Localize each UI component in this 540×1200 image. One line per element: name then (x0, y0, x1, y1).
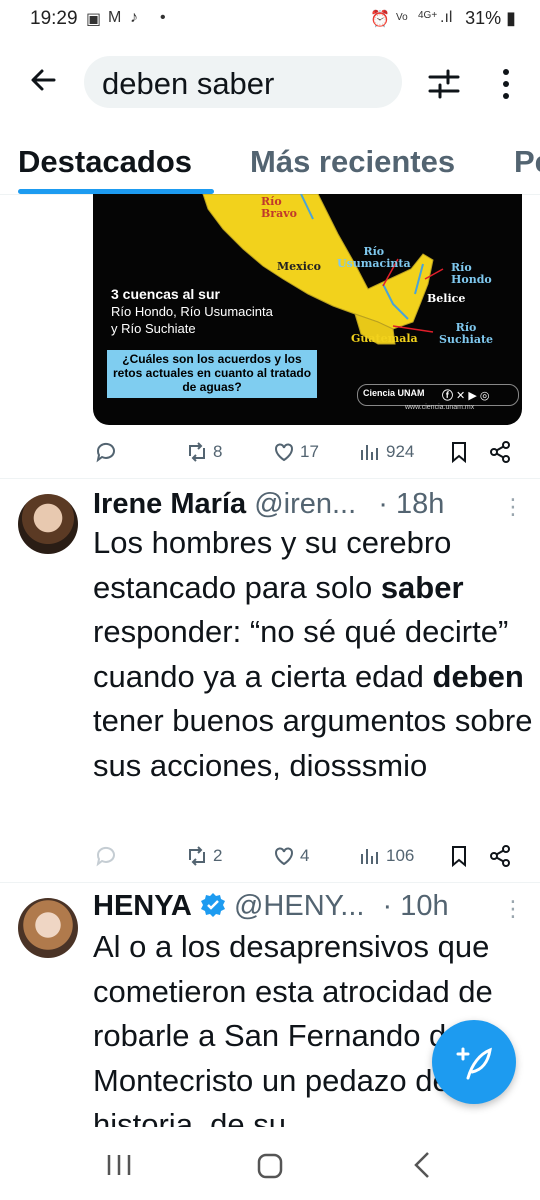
views-count: 924 (386, 442, 415, 461)
tweet-text-highlight: saber (380, 569, 464, 605)
reply-icon (96, 442, 115, 463)
tweet-more-button[interactable]: ⋮ (502, 896, 524, 922)
views-button[interactable]: 106 (358, 844, 414, 868)
like-count: 17 (300, 442, 319, 461)
verified-icon (200, 893, 225, 917)
compose-icon (456, 1047, 492, 1080)
share-button[interactable] (488, 844, 516, 868)
status-bar: 19:29 ▣ M ♪ • ⏰ Vo 4G+ .ıl 31% ▮ (0, 0, 540, 40)
card-caption-title: 3 cuencas al sur (111, 286, 220, 302)
share-button[interactable] (488, 440, 516, 464)
tweet-actions: 8 17 924 (0, 432, 540, 472)
tab-mas-recientes[interactable]: Más recientes (250, 144, 455, 180)
tweet-time[interactable]: · 10h (383, 890, 449, 922)
bookmark-button[interactable] (447, 440, 475, 464)
repost-icon (189, 442, 205, 462)
reply-icon (96, 846, 115, 867)
views-count: 106 (386, 846, 415, 865)
filter-icon (428, 69, 460, 99)
tweet-time[interactable]: · 18h (378, 488, 444, 520)
notification-dot-icon: • (160, 9, 166, 26)
repost-count: 2 (213, 846, 223, 865)
repost-button[interactable]: 8 (185, 440, 222, 464)
like-button[interactable]: 4 (272, 844, 309, 868)
card-question-box: ¿Cuáles son los acuerdos y los retos act… (107, 350, 317, 398)
avatar[interactable] (18, 898, 78, 958)
tiktok-icon: ♪ (130, 9, 138, 26)
filter-button[interactable] (424, 64, 464, 104)
tweet-media-image[interactable]: Río Bravo Mexico Río Usumacinta Río Hond… (93, 194, 522, 425)
like-icon (275, 847, 293, 866)
card-question: ¿Cuáles son los acuerdos y los retos act… (112, 352, 312, 394)
bookmark-icon (452, 442, 466, 464)
repost-count: 8 (213, 442, 223, 461)
bookmark-icon (452, 846, 466, 868)
search-header: deben saber (0, 40, 540, 126)
search-tabs: Destacados Más recientes Pe (0, 126, 540, 195)
label-rio-usumacinta: Río Usumacinta (337, 245, 411, 270)
tweet-header: Irene María @iren... · 18h (93, 488, 444, 521)
card-brand-bar: Ciencia UNAM ⓕ ✕ ▶ ◎ (357, 384, 519, 406)
views-icon (361, 445, 378, 460)
label-mexico: Mexico (277, 260, 321, 273)
network-type: 4G+ (418, 10, 438, 21)
label-rio-hondo: Río Hondo (451, 261, 492, 286)
author-name[interactable]: HENYA (93, 890, 192, 922)
label-rio-bravo: Río Bravo (261, 195, 297, 220)
tweet-text-highlight: deben (432, 658, 524, 694)
author-handle[interactable]: @HENY... (234, 890, 364, 922)
like-icon (275, 443, 293, 462)
views-button[interactable]: 924 (358, 440, 414, 464)
author-handle[interactable]: @iren... (254, 488, 356, 520)
repost-icon (189, 846, 205, 866)
recents-icon[interactable] (104, 1152, 134, 1178)
back-button[interactable] (24, 60, 64, 100)
share-icon (490, 845, 510, 867)
author-name[interactable]: Irene María (93, 488, 246, 520)
back-icon[interactable] (410, 1150, 434, 1180)
gallery-icon: ▣ (86, 11, 102, 28)
label-rio-suchiate: Río Suchiate (439, 321, 494, 346)
reply-button[interactable] (94, 440, 122, 464)
alarm-icon: ⏰ (370, 11, 390, 28)
gmail-icon: M (108, 9, 122, 26)
card-brand: Ciencia UNAM (363, 388, 425, 398)
label-belice: Belice (427, 292, 466, 305)
repost-button[interactable]: 2 (185, 844, 222, 868)
tweet-text[interactable]: Los hombres y su cerebro estancado para … (93, 521, 533, 788)
like-button[interactable]: 17 (272, 440, 319, 464)
more-options-button[interactable] (494, 64, 518, 104)
tweet-text-part: tener buenos argumentos sobre sus accion… (93, 703, 533, 783)
reply-button[interactable] (94, 844, 122, 868)
bookmark-button[interactable] (447, 844, 475, 868)
label-guatemala: Guatemala (351, 332, 418, 345)
search-query: deben saber (102, 66, 275, 101)
tweet-actions: 2 4 106 (0, 836, 540, 876)
card-caption-line: Río Hondo, Río Usumacinta (111, 304, 273, 319)
battery-level: 31% (465, 8, 502, 28)
divider (0, 882, 540, 883)
more-vert-icon (503, 69, 509, 99)
card-caption-line: y Río Suchiate (111, 321, 196, 336)
tweet-more-button[interactable]: ⋮ (502, 494, 524, 520)
battery: 31% ▮ (465, 8, 516, 28)
volte-icon: Vo (396, 12, 408, 23)
tab-personas[interactable]: Pe (514, 144, 540, 180)
share-icon (490, 441, 510, 463)
back-arrow-icon (31, 69, 56, 91)
social-icons: ⓕ ✕ ▶ ◎ (442, 390, 490, 402)
like-count: 4 (300, 846, 310, 865)
views-icon (361, 849, 378, 864)
avatar[interactable] (18, 494, 78, 554)
tab-destacados[interactable]: Destacados (18, 144, 192, 180)
system-nav-bar (0, 1128, 540, 1200)
search-input[interactable]: deben saber (84, 56, 402, 108)
signal-icon: .ıl (440, 9, 453, 26)
tweet-header: HENYA @HENY... · 10h (93, 890, 449, 923)
divider (0, 478, 540, 479)
status-time: 19:29 (30, 8, 78, 29)
card-url: www.ciencia.unam.mx (405, 404, 475, 411)
home-icon[interactable] (256, 1152, 284, 1180)
compose-button[interactable] (432, 1020, 516, 1104)
